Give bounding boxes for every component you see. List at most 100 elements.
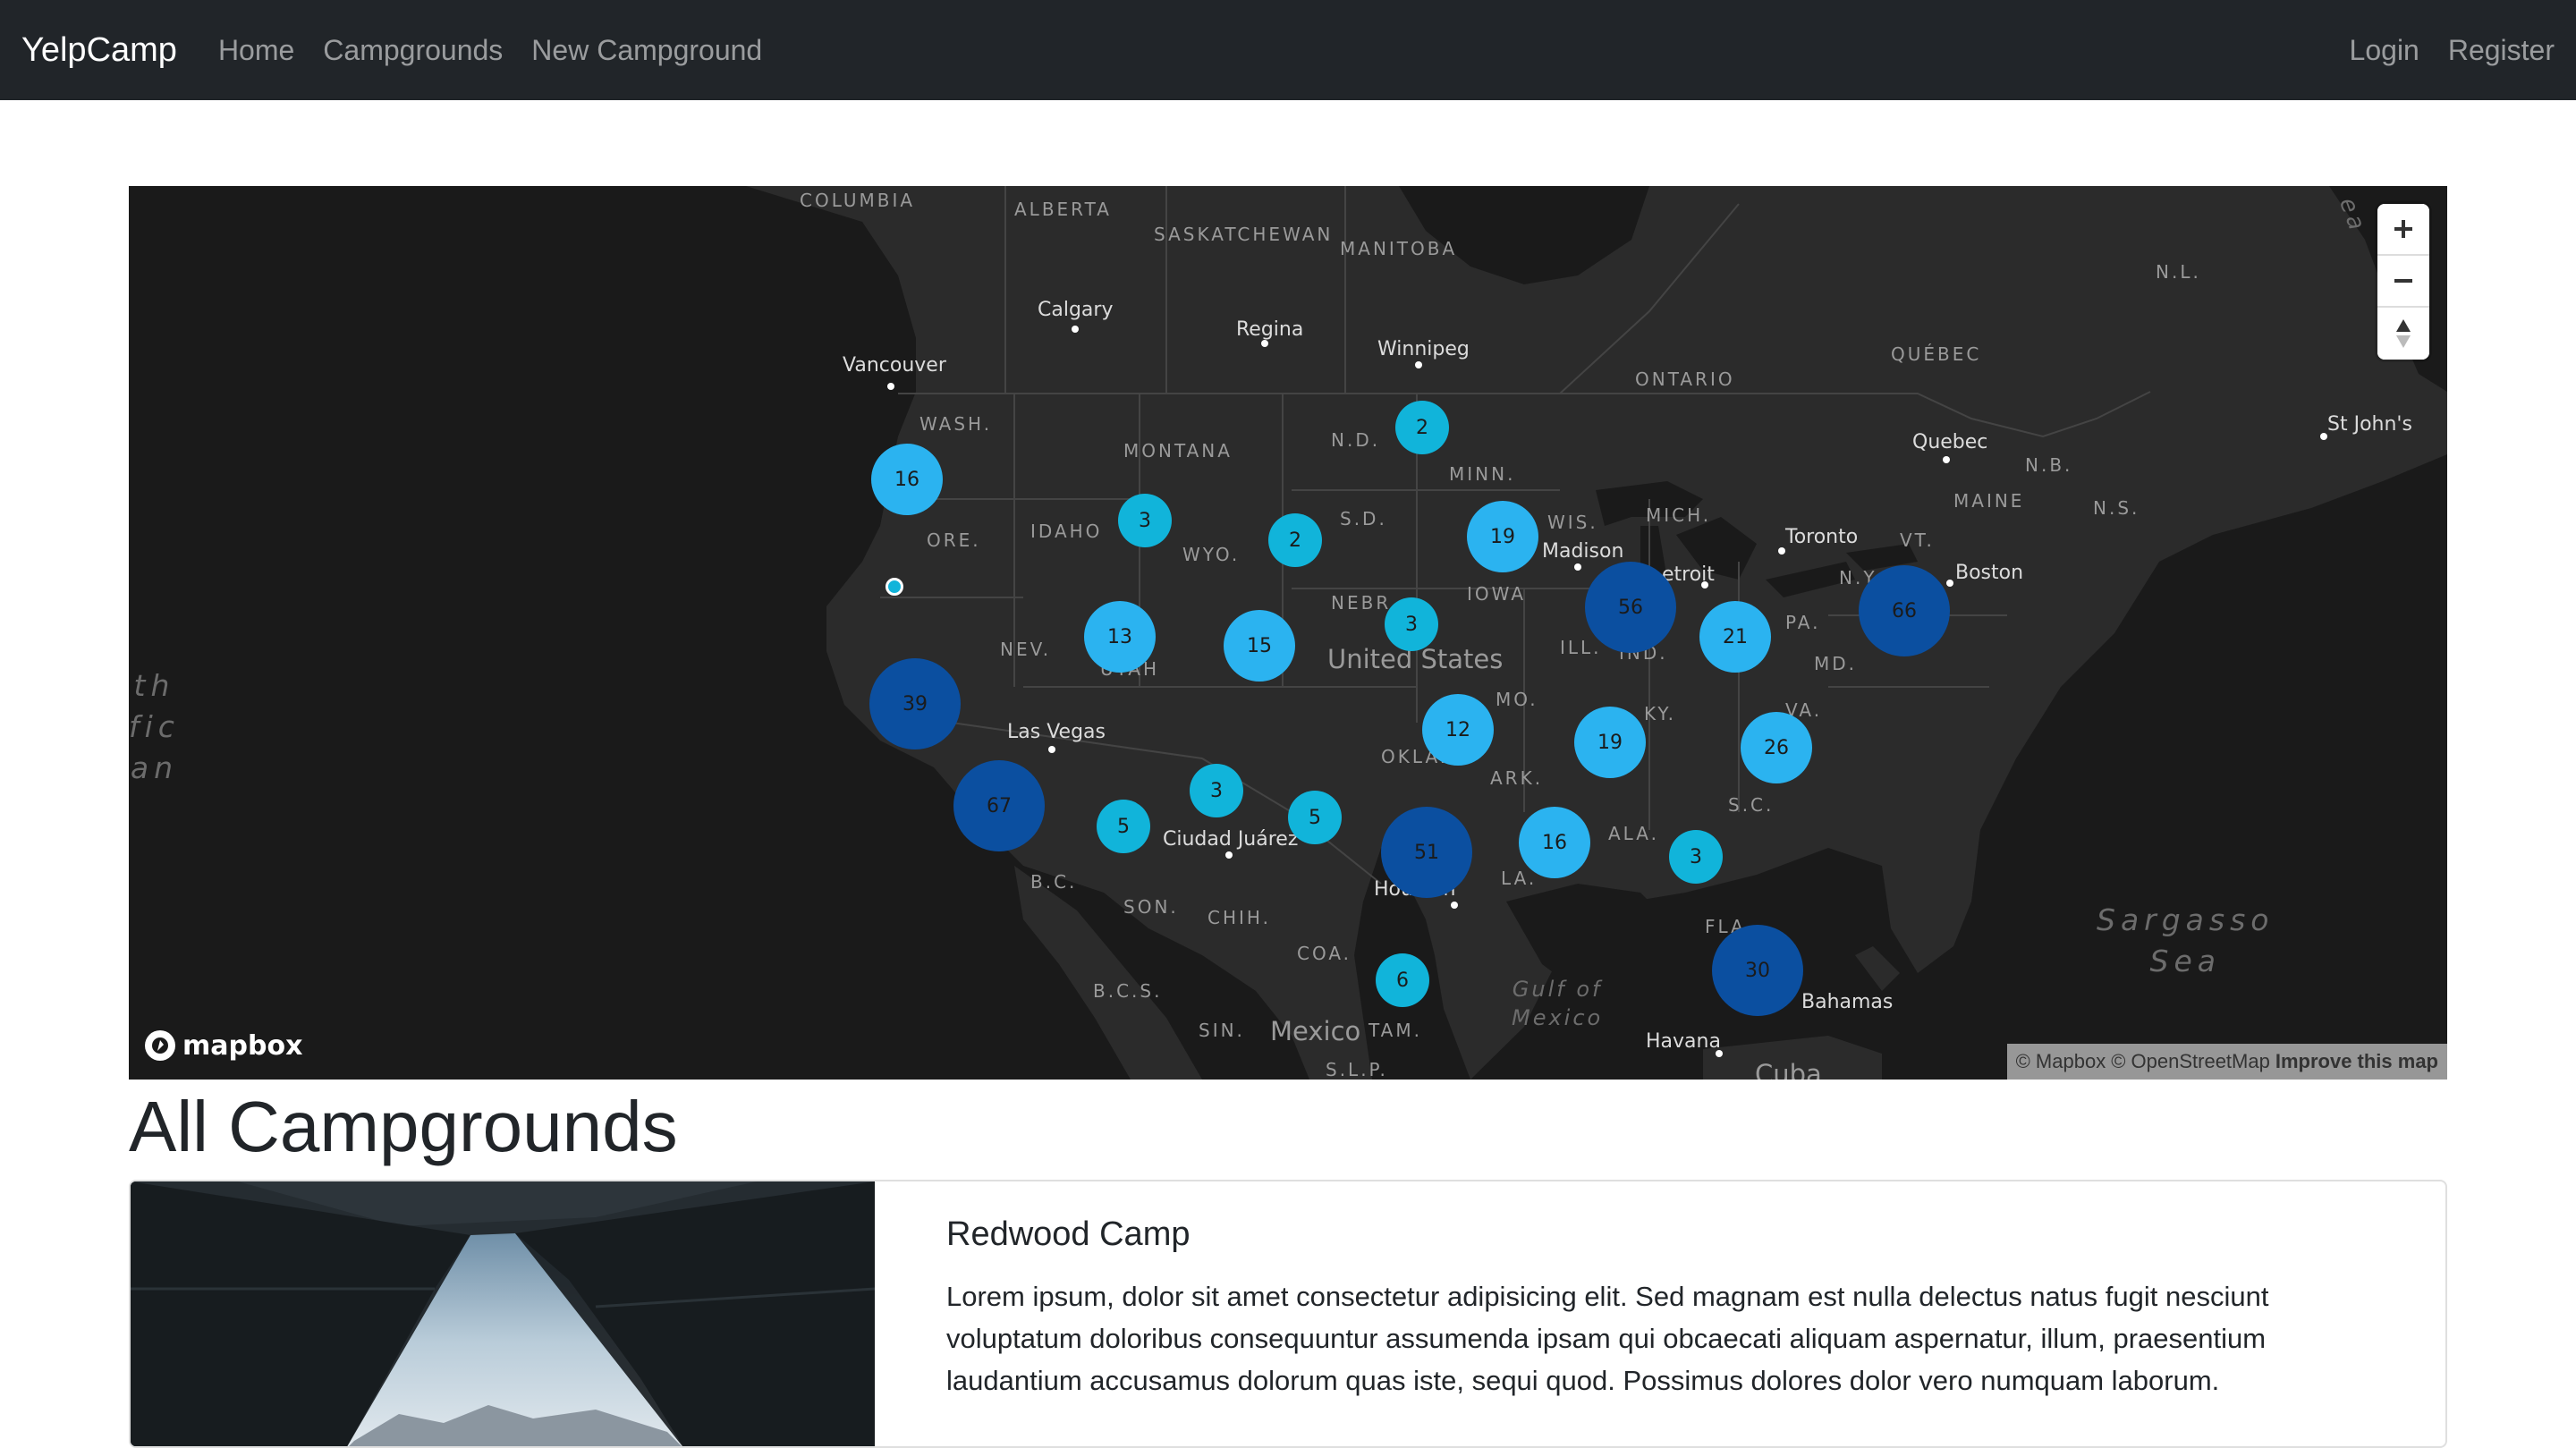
- label-ala: ALA.: [1608, 823, 1659, 844]
- cluster-marker[interactable]: 56: [1585, 562, 1676, 653]
- nav-link-new-campground[interactable]: New Campground: [531, 34, 762, 67]
- label-bc: B.C.: [1030, 871, 1078, 893]
- cluster-marker[interactable]: 6: [1376, 953, 1429, 1007]
- label-iowa: IOWA: [1467, 583, 1527, 605]
- label-mich: MICH.: [1646, 504, 1712, 526]
- city-dot: [1943, 456, 1950, 463]
- nav-link-campgrounds[interactable]: Campgrounds: [323, 34, 503, 67]
- attribution-mapbox[interactable]: © Mapbox: [2016, 1050, 2106, 1073]
- label-bcs: B.C.S.: [1093, 980, 1163, 1002]
- zoom-out-button[interactable]: [2377, 256, 2429, 308]
- cluster-marker[interactable]: 19: [1467, 501, 1538, 572]
- nav-link-login[interactable]: Login: [2350, 34, 2419, 67]
- cluster-marker[interactable]: 3: [1118, 494, 1172, 547]
- mapbox-logo-icon: [145, 1030, 175, 1061]
- label-ky: KY.: [1644, 703, 1676, 724]
- compass-icon: [2396, 319, 2411, 348]
- label-slp: S.L.P.: [1326, 1059, 1388, 1080]
- label-coa: COA.: [1297, 943, 1352, 964]
- cluster-marker[interactable]: 3: [1385, 597, 1438, 651]
- city-winnipeg: Winnipeg: [1377, 338, 1470, 360]
- campground-title[interactable]: Redwood Camp: [946, 1215, 2377, 1254]
- cluster-marker[interactable]: 2: [1268, 513, 1322, 567]
- campground-card: Redwood Camp Lorem ipsum, dolor sit amet…: [129, 1180, 2447, 1448]
- label-ontario: ONTARIO: [1635, 368, 1735, 390]
- unclustered-point[interactable]: [886, 578, 903, 596]
- city-havana: Havana: [1646, 1030, 1721, 1053]
- label-pa: PA.: [1785, 612, 1821, 633]
- cluster-marker[interactable]: 2: [1395, 401, 1449, 454]
- city-madison: Madison: [1542, 540, 1624, 563]
- nav-link-home[interactable]: Home: [218, 34, 294, 67]
- city-vancouver: Vancouver: [843, 354, 946, 377]
- cluster-marker[interactable]: 13: [1084, 601, 1156, 673]
- city-dot: [1048, 746, 1055, 753]
- city-dot: [2320, 433, 2327, 440]
- label-montana: MONTANA: [1123, 440, 1233, 461]
- label-wis: WIS.: [1547, 512, 1598, 533]
- label-manitoba: MANITOBA: [1340, 238, 1458, 259]
- city-dot: [1574, 563, 1581, 571]
- city-lasvegas: Las Vegas: [1007, 721, 1106, 743]
- cluster-marker[interactable]: 30: [1712, 925, 1803, 1016]
- cluster-marker[interactable]: 67: [953, 760, 1045, 851]
- attribution-osm[interactable]: © OpenStreetMap: [2111, 1050, 2270, 1073]
- navbar: YelpCamp Home Campgrounds New Campground…: [0, 0, 2576, 100]
- label-tam: TAM.: [1368, 1020, 1422, 1041]
- cluster-marker[interactable]: 12: [1422, 694, 1494, 766]
- mapbox-logo-text: mapbox: [182, 1029, 303, 1062]
- cluster-marker[interactable]: 3: [1190, 764, 1243, 817]
- label-wash: WASH.: [919, 413, 993, 435]
- label-nev: NEV.: [1000, 639, 1052, 660]
- mapbox-logo[interactable]: mapbox: [143, 1028, 302, 1063]
- map-attribution: © Mapbox © OpenStreetMap Improve this ma…: [2006, 1044, 2447, 1080]
- cluster-marker[interactable]: 19: [1574, 707, 1646, 778]
- nav-link-register[interactable]: Register: [2448, 34, 2555, 67]
- city-calgary: Calgary: [1038, 299, 1114, 321]
- cluster-marker[interactable]: 5: [1288, 791, 1342, 844]
- label-nl: N.L.: [2156, 261, 2201, 283]
- label-saskatchewan: SASKATCHEWAN: [1154, 224, 1334, 245]
- label-nb: N.B.: [2025, 454, 2073, 476]
- cluster-marker[interactable]: 3: [1669, 830, 1723, 884]
- city-dot: [1701, 581, 1708, 589]
- label-mo: MO.: [1496, 689, 1538, 710]
- label-ill: ILL.: [1560, 637, 1602, 658]
- city-dot: [1261, 340, 1268, 347]
- label-quebec-province: QUÉBEC: [1891, 343, 1982, 365]
- zoom-in-button[interactable]: [2377, 204, 2429, 256]
- cluster-marker[interactable]: 26: [1741, 712, 1812, 783]
- label-sin: SIN.: [1199, 1020, 1245, 1041]
- label-ark: ARK.: [1490, 767, 1544, 789]
- cluster-marker[interactable]: 5: [1097, 800, 1150, 853]
- cluster-marker[interactable]: 21: [1699, 601, 1771, 673]
- label-ns: N.S.: [2093, 497, 2140, 519]
- sea-gulf-of-mexico: Gulf of Mexico: [1512, 977, 1604, 1030]
- brand-link[interactable]: YelpCamp: [21, 31, 177, 70]
- reset-bearing-button[interactable]: [2377, 308, 2429, 360]
- city-dot: [1451, 902, 1458, 909]
- city-ciudad-juarez: Ciudad Juárez: [1163, 828, 1299, 851]
- city-dot: [1415, 361, 1422, 368]
- cluster-marker[interactable]: 51: [1381, 807, 1472, 898]
- label-md: MD.: [1814, 653, 1858, 674]
- label-ore: ORE.: [927, 529, 981, 551]
- label-wyo: WYO.: [1182, 544, 1241, 565]
- label-nd: N.D.: [1331, 429, 1381, 451]
- city-dot: [1946, 580, 1953, 587]
- label-sd: S.D.: [1340, 508, 1387, 529]
- cluster-marker[interactable]: 15: [1224, 610, 1295, 682]
- plus-icon: [2394, 220, 2412, 238]
- label-vt: VT.: [1900, 529, 1935, 551]
- label-son: SON.: [1123, 896, 1179, 918]
- label-chih: CHIH.: [1208, 907, 1271, 928]
- cluster-marker[interactable]: 16: [871, 444, 943, 515]
- cluster-marker[interactable]: 66: [1859, 565, 1950, 656]
- cluster-marker[interactable]: 39: [869, 658, 961, 749]
- cluster-map[interactable]: COLUMBIA ALBERTA SASKATCHEWAN MANITOBA O…: [129, 186, 2447, 1080]
- city-boston: Boston: [1955, 562, 2024, 584]
- map-navigation-control: [2377, 204, 2429, 360]
- cluster-marker[interactable]: 16: [1519, 807, 1590, 878]
- city-dot: [1778, 547, 1785, 555]
- improve-map-link[interactable]: Improve this map: [2275, 1050, 2438, 1073]
